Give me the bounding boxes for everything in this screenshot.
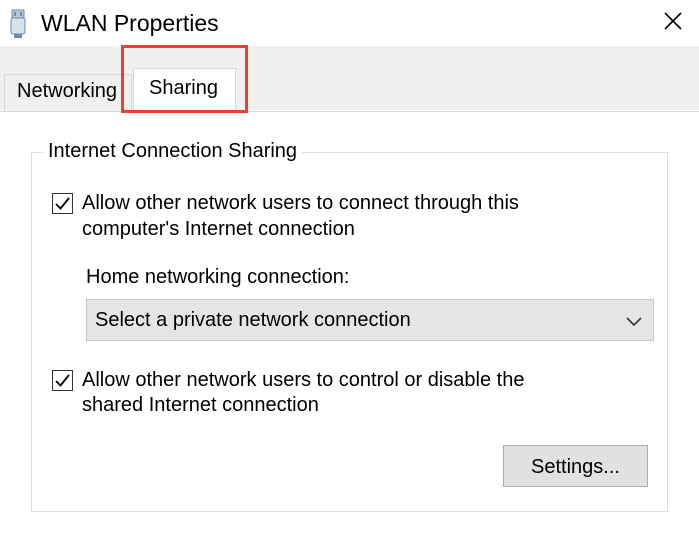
allow-control-checkbox[interactable] [52,370,73,391]
checkmark-icon [55,197,70,210]
allow-control-label-line2: shared Internet connection [82,394,319,416]
close-button[interactable] [647,0,699,46]
checkmark-icon [55,374,70,387]
allow-connect-label-line2: computer's Internet connection [82,218,355,240]
settings-button[interactable]: Settings... [503,445,648,487]
title-bar: WLAN Properties [0,0,699,46]
tab-networking[interactable]: Networking [4,74,132,111]
home-networking-select[interactable]: Select a private network connection [86,299,654,341]
allow-connect-checkbox[interactable] [52,193,73,214]
network-adapter-icon [9,9,27,39]
allow-control-label-line1: Allow other network users to control or … [82,369,525,391]
tab-sharing[interactable]: Sharing [133,68,236,112]
home-networking-select-value: Select a private network connection [95,309,411,331]
chevron-down-icon [625,314,643,327]
properties-window: WLAN Properties Networking Sharing Inter… [0,0,699,542]
close-icon [664,11,682,35]
group-title: Internet Connection Sharing [43,139,303,163]
home-networking-label: Home networking connection: [86,266,350,288]
allow-connect-label-line1: Allow other network users to connect thr… [82,192,519,214]
window-title: WLAN Properties [41,10,219,36]
